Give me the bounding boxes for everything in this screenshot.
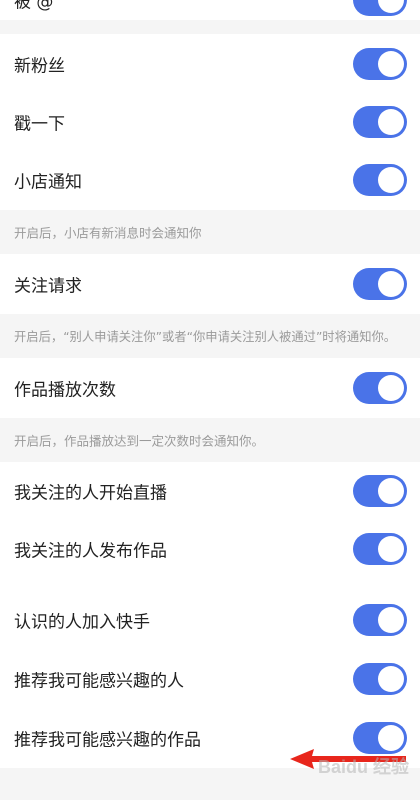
watermark-text: Baidu 经验 bbox=[318, 757, 410, 777]
setting-row-follow-request: 关注请求 bbox=[0, 254, 420, 314]
follow-request-toggle[interactable] bbox=[353, 268, 407, 300]
setting-label: 戳一下 bbox=[14, 114, 65, 135]
shop-notice-toggle[interactable] bbox=[353, 164, 407, 196]
recommend-people-toggle[interactable] bbox=[353, 663, 407, 695]
mentions-toggle[interactable] bbox=[353, 0, 407, 16]
new-fans-toggle[interactable] bbox=[353, 48, 407, 80]
toggle-knob bbox=[378, 666, 404, 692]
followed-live-toggle[interactable] bbox=[353, 475, 407, 507]
toggle-knob bbox=[378, 536, 404, 562]
toggle-knob bbox=[378, 109, 404, 135]
poke-toggle[interactable] bbox=[353, 106, 407, 138]
setting-label: 新粉丝 bbox=[14, 56, 65, 77]
toggle-knob bbox=[378, 271, 404, 297]
toggle-knob bbox=[378, 0, 404, 13]
toggle-knob bbox=[378, 478, 404, 504]
play-count-toggle[interactable] bbox=[353, 372, 407, 404]
shop-notice-hint: 开启后，小店有新消息时会通知你 bbox=[0, 210, 420, 254]
setting-label: 推荐我可能感兴趣的人 bbox=[14, 671, 184, 692]
hint-text: 开启后，作品播放达到一定次数时会通知你。 bbox=[14, 433, 265, 449]
toggle-knob bbox=[378, 375, 404, 401]
setting-row-recommend-people: 推荐我可能感兴趣的人 bbox=[0, 650, 420, 708]
setting-row-new-fans: 新粉丝 bbox=[0, 34, 420, 94]
setting-label: 作品播放次数 bbox=[14, 380, 116, 401]
setting-label: 我关注的人发布作品 bbox=[14, 541, 167, 562]
setting-label: 关注请求 bbox=[14, 276, 82, 297]
follow-request-hint: 开启后，“别人申请关注你”或者“你申请关注别人被通过”时将通知你。 bbox=[0, 314, 420, 358]
baidu-watermark: Baidu 经验 bbox=[282, 748, 412, 778]
setting-row-acquaintance-join: 认识的人加入快手 bbox=[0, 590, 420, 650]
setting-row-mentions: 被 @ bbox=[0, 0, 420, 20]
toggle-knob bbox=[378, 51, 404, 77]
acquaintance-join-toggle[interactable] bbox=[353, 604, 407, 636]
setting-row-play-count: 作品播放次数 bbox=[0, 358, 420, 418]
setting-label: 小店通知 bbox=[14, 172, 82, 193]
setting-row-shop-notice: 小店通知 bbox=[0, 150, 420, 210]
setting-label: 被 @ bbox=[14, 0, 54, 13]
hint-text: 开启后，“别人申请关注你”或者“你申请关注别人被通过”时将通知你。 bbox=[14, 330, 397, 344]
setting-label: 我关注的人开始直播 bbox=[14, 483, 167, 504]
setting-row-followed-live: 我关注的人开始直播 bbox=[0, 462, 420, 520]
play-count-hint: 开启后，作品播放达到一定次数时会通知你。 bbox=[0, 418, 420, 462]
setting-row-followed-post: 我关注的人发布作品 bbox=[0, 520, 420, 578]
followed-post-toggle[interactable] bbox=[353, 533, 407, 565]
toggle-knob bbox=[378, 167, 404, 193]
setting-row-poke: 戳一下 bbox=[0, 92, 420, 152]
hint-text: 开启后，小店有新消息时会通知你 bbox=[14, 225, 202, 241]
setting-label: 推荐我可能感兴趣的作品 bbox=[14, 730, 201, 751]
toggle-knob bbox=[378, 607, 404, 633]
setting-label: 认识的人加入快手 bbox=[14, 612, 150, 633]
